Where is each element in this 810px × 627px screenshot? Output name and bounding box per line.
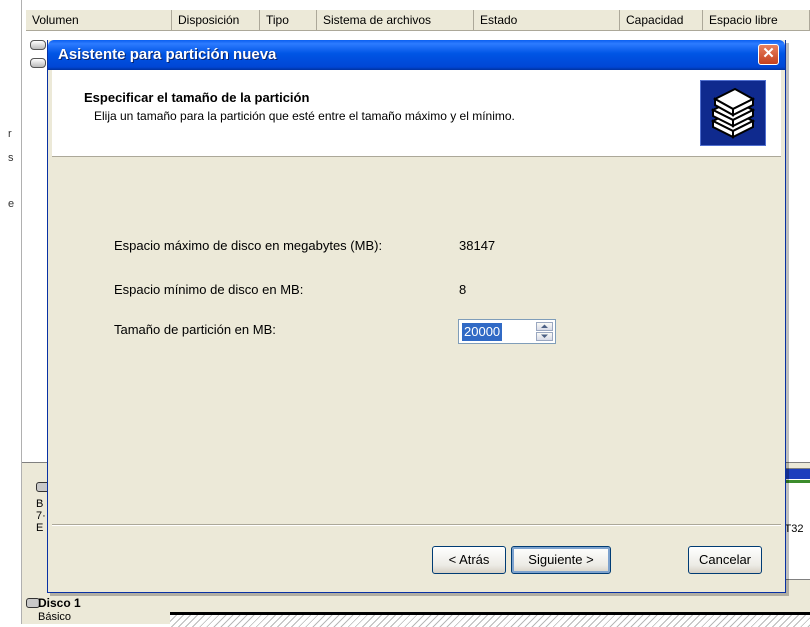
left-fragment: r (8, 128, 12, 140)
column-volumen[interactable]: Volumen (26, 10, 172, 30)
spin-buttons (536, 322, 553, 341)
max-space-label: Espacio máximo de disco en megabytes (MB… (114, 238, 383, 253)
column-espacio-libre[interactable]: Espacio libre (703, 10, 810, 30)
close-button[interactable]: ✕ (758, 44, 779, 65)
step-description: Elija un tamaño para la partición que es… (94, 109, 515, 123)
disk-1-name: Disco 1 (38, 596, 81, 610)
cancel-button[interactable]: Cancelar (688, 546, 762, 574)
column-tipo[interactable]: Tipo (260, 10, 317, 30)
column-disposicion[interactable]: Disposición (172, 10, 260, 30)
column-sistema-archivos[interactable]: Sistema de archivos (317, 10, 474, 30)
partition-size-spinbox[interactable]: 20000 (458, 319, 556, 344)
partition-size-label: Tamaño de partición en MB: (114, 322, 276, 337)
spin-down-button[interactable] (536, 332, 553, 341)
min-space-value: 8 (459, 282, 467, 297)
column-capacidad[interactable]: Capacidad (620, 10, 703, 30)
volume-list-header: Volumen Disposición Tipo Sistema de arch… (26, 10, 810, 31)
spin-up-button[interactable] (536, 322, 553, 331)
disks-stack-icon (700, 80, 766, 146)
left-fragment: e (8, 198, 15, 210)
footer-separator (52, 524, 781, 526)
volume-icon (30, 40, 46, 50)
title-bar[interactable]: Asistente para partición nueva ✕ (48, 40, 785, 70)
disk-1-type: Básico (38, 611, 72, 623)
unallocated-space[interactable] (170, 612, 810, 627)
step-title: Especificar el tamaño de la partición (84, 90, 310, 105)
wizard-header: Especificar el tamaño de la partición El… (52, 70, 781, 157)
min-space-label: Espacio mínimo de disco en MB: (114, 282, 304, 297)
arrow-up-icon (541, 324, 548, 328)
column-estado[interactable]: Estado (474, 10, 620, 30)
left-pane (0, 0, 22, 624)
new-partition-wizard: Asistente para partición nueva ✕ Especif… (47, 40, 786, 593)
left-fragment: s (8, 152, 14, 164)
volume-icon (30, 58, 46, 68)
arrow-down-icon (541, 334, 548, 338)
close-icon: ✕ (762, 45, 775, 62)
partition-size-input[interactable]: 20000 (462, 323, 503, 341)
next-button[interactable]: Siguiente > (511, 546, 611, 574)
max-space-value: 38147 (459, 238, 496, 253)
back-button[interactable]: < Atrás (432, 546, 506, 574)
window-title: Asistente para partición nueva (58, 46, 277, 63)
